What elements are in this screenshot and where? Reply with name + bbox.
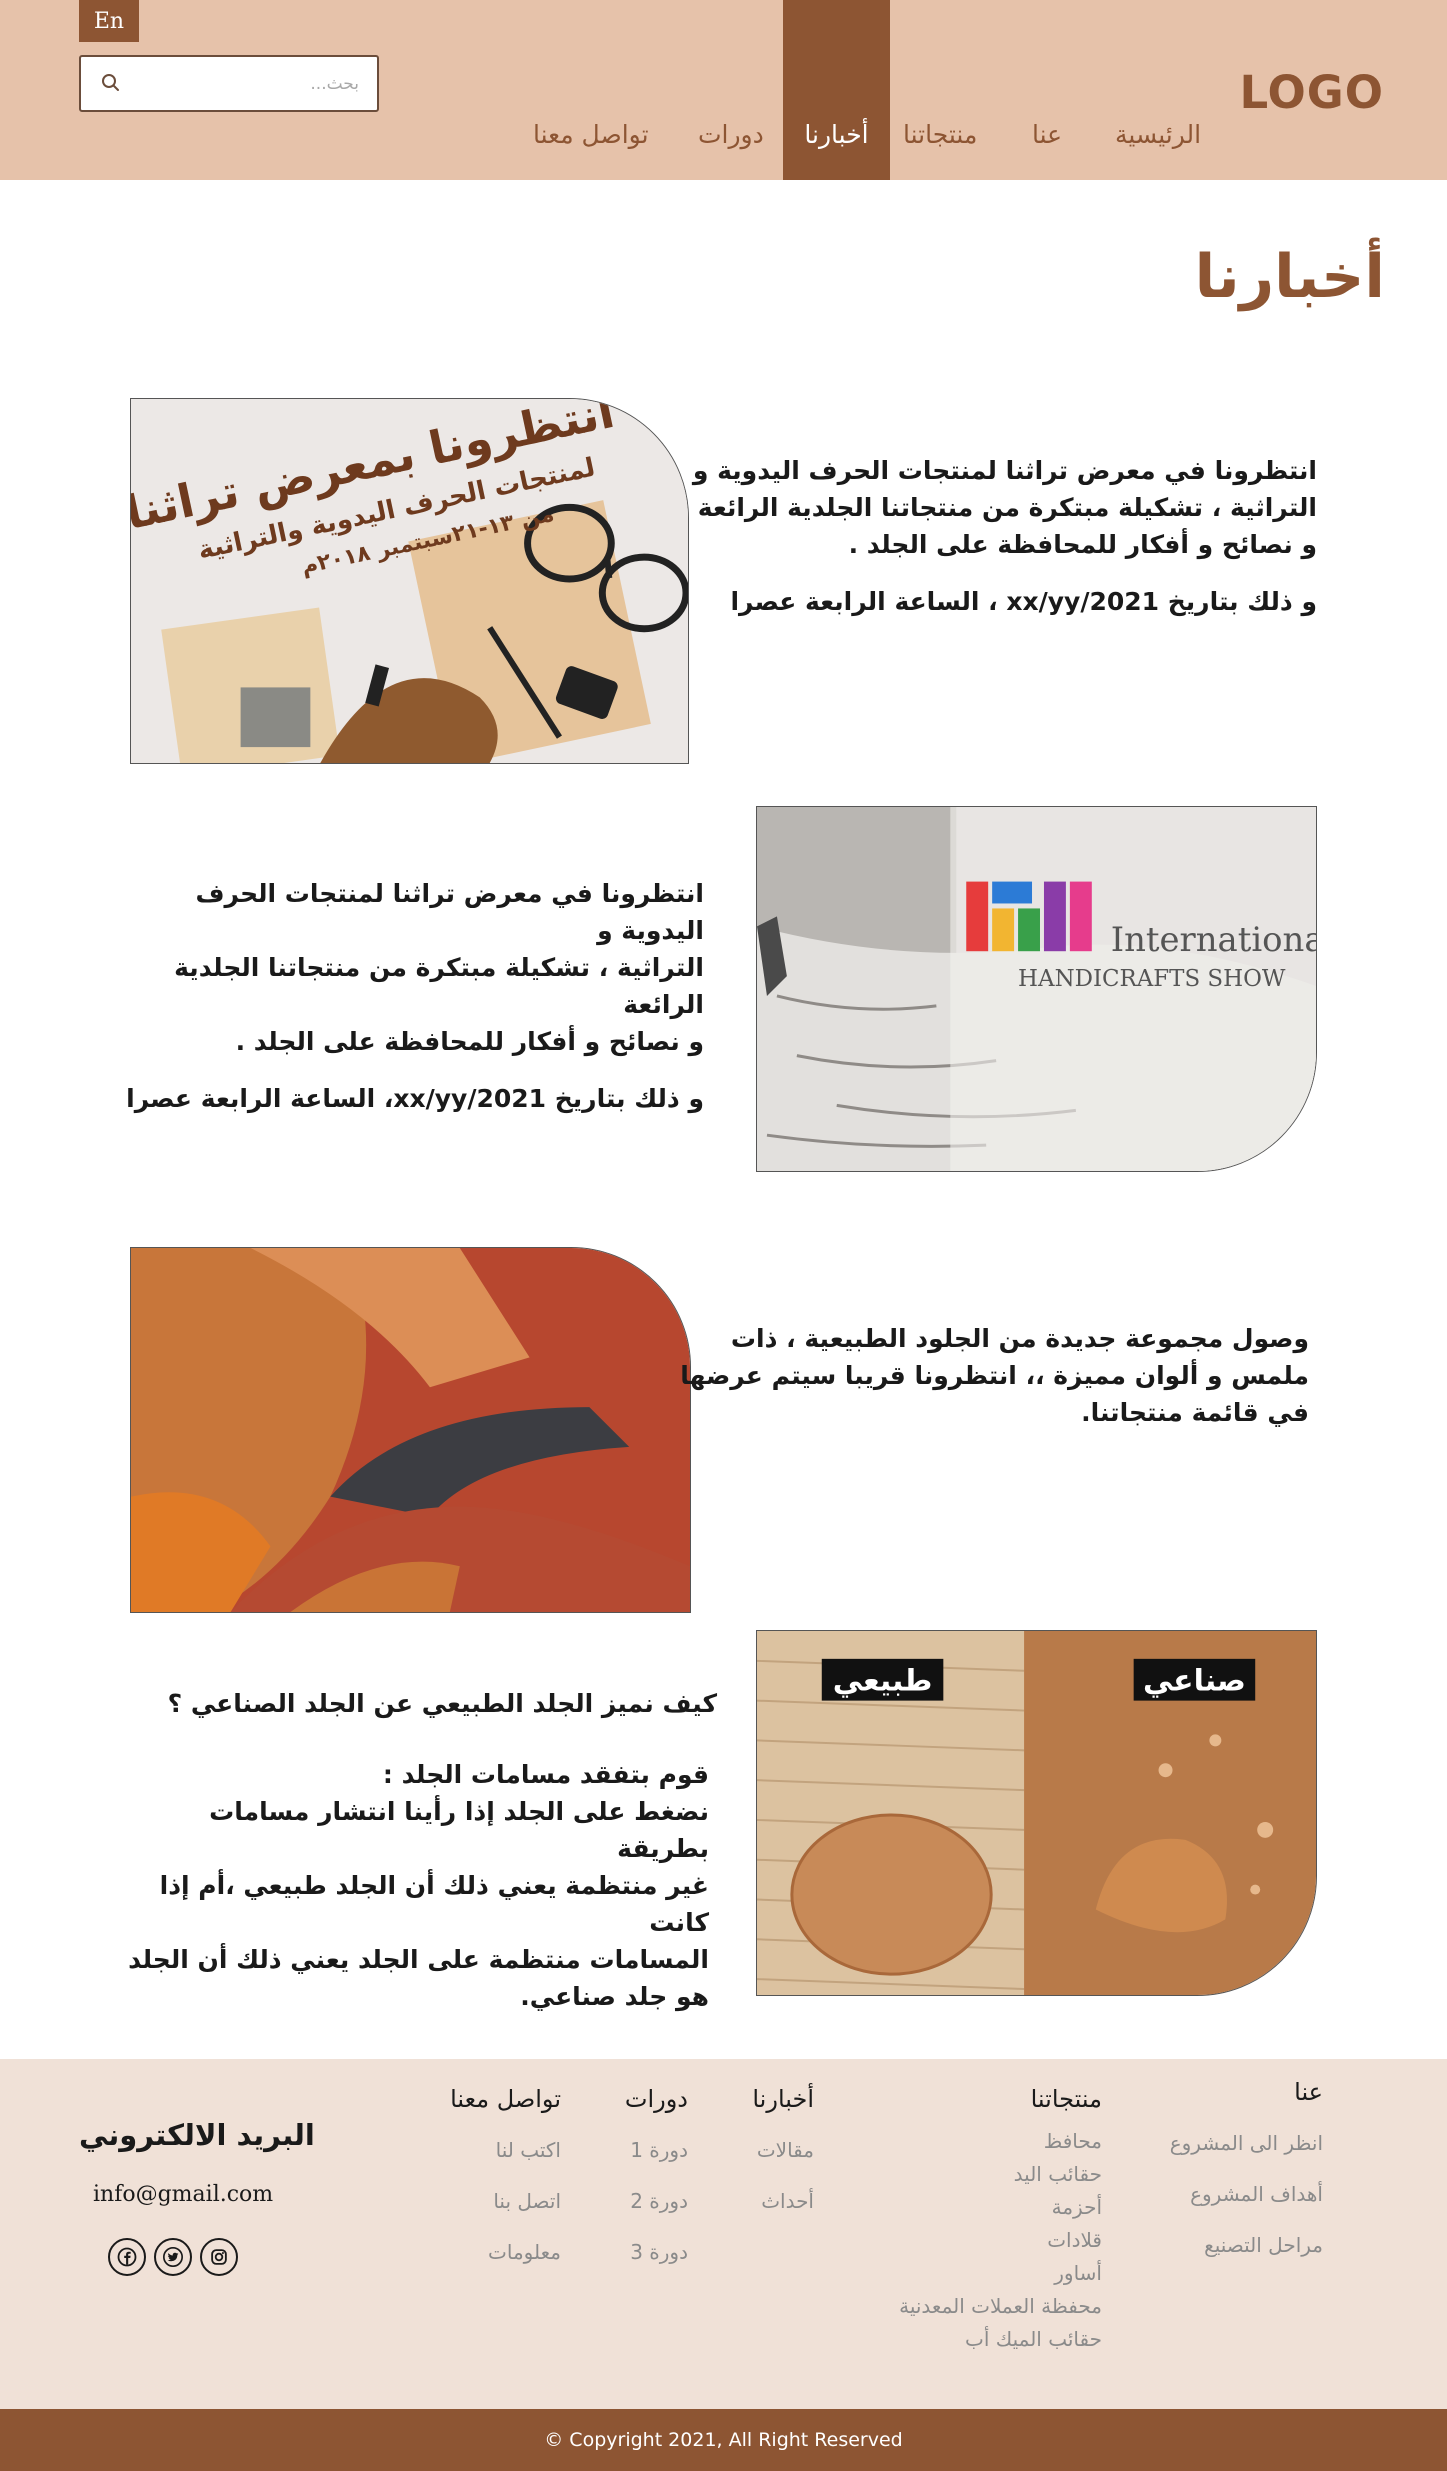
article-4-image: طبيعي صناعي bbox=[756, 1630, 1317, 1996]
footer-link[interactable]: مقالات bbox=[752, 2125, 814, 2176]
footer-link[interactable]: أحداث bbox=[752, 2176, 814, 2227]
article-2-text: انتظرونا في معرض تراثنا لمنتجات الحرف ال… bbox=[124, 875, 704, 1117]
page-title: أخبارنا bbox=[1194, 242, 1385, 312]
email-address[interactable]: info@gmail.com bbox=[93, 2182, 273, 2207]
footer-col-about: عنا انظر الى المشروع أهداف المشروع مراحل… bbox=[1170, 2078, 1323, 2271]
footer-link[interactable]: حقائب الميك أب bbox=[899, 2323, 1102, 2356]
article-1-image: انتظرونا بمعرض تراثنا لمنتجات الحرف اليد… bbox=[130, 398, 689, 764]
footer-link[interactable]: مراحل التصنيع bbox=[1170, 2220, 1323, 2271]
footer-heading: أخبارنا bbox=[752, 2085, 814, 2113]
search-icon[interactable] bbox=[99, 71, 123, 95]
footer-col-news: أخبارنا مقالات أحداث bbox=[752, 2085, 814, 2227]
article-2-image-line1: International bbox=[1111, 920, 1316, 959]
article-1-date: و ذلك بتاريخ xx/yy/2021 ، الساعة الرابعة… bbox=[730, 587, 1317, 616]
site-header: En LOGO الرئيسية عنا منتجاتنا أخبارنا دو… bbox=[0, 0, 1447, 180]
footer-link[interactable]: دورة 3 bbox=[625, 2227, 688, 2278]
copyright-text: © Copyright 2021, All Right Reserved bbox=[544, 2429, 903, 2451]
article-4-question: كيف نميز الجلد الطبيعي عن الجلد الصناعي … bbox=[167, 1689, 717, 1718]
footer-link[interactable]: حقائب اليد bbox=[899, 2158, 1102, 2191]
article-2-line: و نصائح و أفكار للمحافظة على الجلد . bbox=[235, 1027, 704, 1056]
footer-heading: عنا bbox=[1294, 2078, 1323, 2106]
search-box[interactable] bbox=[79, 55, 379, 112]
footer-heading: منتجاتنا bbox=[1030, 2085, 1102, 2113]
article-3-text: وصول مجموعة جديدة من الجلود الطبيعية ، ذ… bbox=[669, 1320, 1309, 1431]
synthetic-leather-label: صناعي bbox=[1143, 1664, 1246, 1699]
footer-col-courses: دورات دورة 1 دورة 2 دورة 3 bbox=[625, 2085, 688, 2278]
article-4-line: قوم بتفقد مسامات الجلد : bbox=[382, 1760, 709, 1789]
footer-link[interactable]: معلومات bbox=[450, 2227, 561, 2278]
article-1-text: انتظرونا في معرض تراثنا لمنتجات الحرف ال… bbox=[657, 452, 1317, 620]
facebook-icon[interactable] bbox=[108, 2238, 146, 2276]
footer-link[interactable]: أحزمة bbox=[899, 2191, 1102, 2224]
footer-link[interactable]: اتصل بنا bbox=[450, 2176, 561, 2227]
footer-link[interactable]: محفظة العملات المعدنية bbox=[899, 2290, 1102, 2323]
article-3-image bbox=[130, 1247, 691, 1613]
footer-link[interactable]: دورة 1 bbox=[625, 2125, 688, 2176]
instagram-icon[interactable] bbox=[200, 2238, 238, 2276]
nav-courses[interactable]: دورات bbox=[698, 120, 764, 149]
article-1-line: انتظرونا في معرض تراثنا لمنتجات الحرف ال… bbox=[692, 456, 1317, 485]
footer-link[interactable]: اكتب لنا bbox=[450, 2125, 561, 2176]
email-title: البريد الالكتروني bbox=[79, 2118, 315, 2152]
nav-news[interactable]: أخبارنا bbox=[783, 0, 890, 180]
footer-col-contact: تواصل معنا اكتب لنا اتصل بنا معلومات bbox=[450, 2085, 561, 2278]
language-toggle-button[interactable]: En bbox=[79, 0, 139, 42]
article-2-line: التراثية ، تشكيلة مبتكرة من منتجاتنا الج… bbox=[174, 953, 704, 1019]
article-4-text: كيف نميز الجلد الطبيعي عن الجلد الصناعي … bbox=[117, 1685, 717, 2015]
search-input[interactable] bbox=[137, 65, 363, 103]
article-2-line: انتظرونا في معرض تراثنا لمنتجات الحرف ال… bbox=[195, 879, 704, 945]
nav-products[interactable]: منتجاتنا bbox=[903, 120, 977, 149]
article-2-image: International HANDICRAFTS SHOW bbox=[756, 806, 1317, 1172]
nav-contact[interactable]: تواصل معنا bbox=[533, 120, 649, 149]
article-1-line: و نصائح و أفكار للمحافظة على الجلد . bbox=[848, 530, 1317, 559]
nav-home[interactable]: الرئيسية bbox=[1115, 120, 1201, 149]
footer-link[interactable]: محافظ bbox=[899, 2125, 1102, 2158]
article-4-line: غير منتظمة يعني ذلك أن الجلد طبيعي ،أم إ… bbox=[159, 1871, 709, 1937]
footer-heading: تواصل معنا bbox=[450, 2085, 561, 2113]
twitter-icon[interactable] bbox=[154, 2238, 192, 2276]
article-3-line: ملمس و ألوان مميزة ،، انتظرونا قريبا سيت… bbox=[680, 1361, 1309, 1390]
copyright-bar: © Copyright 2021, All Right Reserved bbox=[0, 2409, 1447, 2471]
footer-link[interactable]: أساور bbox=[899, 2257, 1102, 2290]
footer-heading: دورات bbox=[624, 2085, 688, 2113]
nav-news-label: أخبارنا bbox=[804, 120, 869, 149]
footer-col-products: منتجاتنا محافظ حقائب اليد أحزمة قلادات أ… bbox=[899, 2085, 1102, 2356]
article-2-date: و ذلك بتاريخ xx/yy/2021، الساعة الرابعة … bbox=[126, 1084, 704, 1113]
nav-about[interactable]: عنا bbox=[1032, 120, 1062, 149]
article-3-line: في قائمة منتجاتنا. bbox=[1081, 1398, 1309, 1427]
article-1-line: التراثية ، تشكيلة مبتكرة من منتجاتنا الج… bbox=[697, 493, 1317, 522]
footer-link[interactable]: أهداف المشروع bbox=[1170, 2169, 1323, 2220]
site-logo[interactable]: LOGO bbox=[1239, 66, 1384, 119]
article-2-image-line2: HANDICRAFTS SHOW bbox=[1018, 966, 1286, 992]
natural-leather-label: طبيعي bbox=[833, 1664, 933, 1699]
article-3-line: وصول مجموعة جديدة من الجلود الطبيعية ، ذ… bbox=[730, 1324, 1309, 1353]
article-4-line: هو جلد صناعي. bbox=[520, 1982, 709, 2011]
article-4-line: نضغط على الجلد إذا رأينا انتشار مسامات ب… bbox=[209, 1797, 709, 1863]
article-4-line: المسامات منتظمة على الجلد يعني ذلك أن ال… bbox=[128, 1945, 709, 1974]
footer-link[interactable]: انظر الى المشروع bbox=[1170, 2118, 1323, 2169]
social-links bbox=[108, 2238, 238, 2276]
footer-link[interactable]: دورة 2 bbox=[625, 2176, 688, 2227]
footer-link[interactable]: قلادات bbox=[899, 2224, 1102, 2257]
